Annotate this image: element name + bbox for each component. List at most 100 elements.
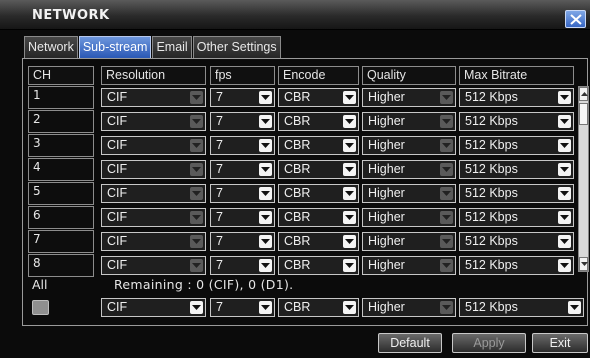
resolution-value: CIF (107, 90, 128, 104)
bitrate-select[interactable]: 512 Kbps (459, 232, 574, 251)
fps-select[interactable]: 7 (210, 232, 275, 251)
bitrate-select[interactable]: 512 Kbps (459, 160, 574, 179)
fps-select[interactable]: 7 (210, 184, 275, 203)
bitrate-value: 512 Kbps (465, 162, 518, 176)
all-bitrate-value: 512 Kbps (465, 300, 518, 314)
fps-select[interactable]: 7 (210, 112, 275, 131)
apply-all-checkbox[interactable] (32, 300, 49, 315)
fps-select[interactable]: 7 (210, 256, 275, 275)
resolution-select[interactable]: CIF (101, 112, 206, 131)
scroll-thumb[interactable] (579, 103, 588, 125)
fps-select[interactable]: 7 (210, 208, 275, 227)
chevron-down-icon (558, 91, 571, 104)
quality-value: Higher (368, 210, 405, 224)
default-button[interactable]: Default (378, 333, 442, 353)
bitrate-select[interactable]: 512 Kbps (459, 112, 574, 131)
quality-select[interactable]: Higher (362, 160, 456, 179)
header-encode: Encode (278, 66, 359, 85)
scroll-down-button[interactable] (579, 257, 588, 271)
fps-value: 7 (216, 90, 223, 104)
tab-bar: Network Sub-stream Email Other Settings (24, 36, 282, 58)
chevron-down-icon (343, 187, 356, 200)
encode-select[interactable]: CBR (278, 160, 359, 179)
chevron-down-icon (259, 259, 272, 272)
quality-select[interactable]: Higher (362, 112, 456, 131)
bitrate-select[interactable]: 512 Kbps (459, 208, 574, 227)
apply-button[interactable]: Apply (452, 333, 526, 353)
encode-select[interactable]: CBR (278, 112, 359, 131)
quality-value: Higher (368, 234, 405, 248)
encode-select[interactable]: CBR (278, 232, 359, 251)
encode-select[interactable]: CBR (278, 136, 359, 155)
quality-select[interactable]: Higher (362, 208, 456, 227)
fps-value: 7 (216, 162, 223, 176)
close-button[interactable] (565, 10, 586, 28)
bitrate-value: 512 Kbps (465, 210, 518, 224)
tab-email[interactable]: Email (152, 36, 192, 58)
close-icon (570, 14, 582, 25)
encode-value: CBR (284, 162, 311, 176)
channel-number: 8 (28, 254, 94, 277)
tab-other-settings[interactable]: Other Settings (192, 36, 281, 58)
resolution-select[interactable]: CIF (101, 160, 206, 179)
encode-select[interactable]: CBR (278, 256, 359, 275)
all-encode-select[interactable]: CBR (278, 298, 359, 317)
all-fps-select[interactable]: 7 (210, 298, 275, 317)
quality-select[interactable]: Higher (362, 184, 456, 203)
encode-select[interactable]: CBR (278, 208, 359, 227)
all-quality-value: Higher (368, 300, 405, 314)
encode-select[interactable]: CBR (278, 88, 359, 107)
bitrate-select[interactable]: 512 Kbps (459, 88, 574, 107)
all-bitrate-select[interactable]: 512 Kbps (459, 298, 584, 317)
all-resolution-select[interactable]: CIF (101, 298, 206, 317)
fps-select[interactable]: 7 (210, 160, 275, 179)
tab-network[interactable]: Network (24, 36, 78, 58)
channel-number: 3 (28, 134, 94, 157)
resolution-select[interactable]: CIF (101, 208, 206, 227)
resolution-select[interactable]: CIF (101, 232, 206, 251)
channel-number: 5 (28, 182, 94, 205)
chevron-down-icon (440, 91, 453, 104)
bitrate-value: 512 Kbps (465, 114, 518, 128)
quality-select[interactable]: Higher (362, 256, 456, 275)
resolution-select[interactable]: CIF (101, 184, 206, 203)
quality-value: Higher (368, 114, 405, 128)
bitrate-select[interactable]: 512 Kbps (459, 184, 574, 203)
exit-button[interactable]: Exit (532, 333, 588, 353)
tab-sub-stream[interactable]: Sub-stream (78, 36, 152, 58)
encode-select[interactable]: CBR (278, 184, 359, 203)
quality-select[interactable]: Higher (362, 232, 456, 251)
chevron-down-icon (440, 235, 453, 248)
table-scrollbar[interactable] (578, 86, 589, 272)
quality-select[interactable]: Higher (362, 88, 456, 107)
fps-value: 7 (216, 186, 223, 200)
chevron-down-icon (558, 163, 571, 176)
fps-value: 7 (216, 138, 223, 152)
quality-select[interactable]: Higher (362, 136, 456, 155)
encode-value: CBR (284, 186, 311, 200)
fps-select[interactable]: 7 (210, 88, 275, 107)
chevron-down-icon (558, 115, 571, 128)
resolution-value: CIF (107, 210, 128, 224)
network-dialog: NETWORK Network Sub-stream Email Other S… (0, 0, 590, 358)
chevron-down-icon (190, 259, 203, 272)
bitrate-select[interactable]: 512 Kbps (459, 136, 574, 155)
chevron-down-icon (190, 115, 203, 128)
chevron-down-icon (440, 139, 453, 152)
fps-select[interactable]: 7 (210, 136, 275, 155)
chevron-down-icon (440, 259, 453, 272)
resolution-value: CIF (107, 138, 128, 152)
chevron-down-icon (568, 301, 581, 314)
all-quality-select[interactable]: Higher (362, 298, 456, 317)
resolution-value: CIF (107, 258, 128, 272)
bitrate-select[interactable]: 512 Kbps (459, 256, 574, 275)
resolution-select[interactable]: CIF (101, 88, 206, 107)
encode-value: CBR (284, 234, 311, 248)
chevron-down-icon (440, 211, 453, 224)
bitrate-value: 512 Kbps (465, 258, 518, 272)
triangle-up-icon (581, 92, 588, 96)
resolution-select[interactable]: CIF (101, 136, 206, 155)
scroll-up-button[interactable] (579, 87, 588, 101)
resolution-select[interactable]: CIF (101, 256, 206, 275)
fps-value: 7 (216, 114, 223, 128)
